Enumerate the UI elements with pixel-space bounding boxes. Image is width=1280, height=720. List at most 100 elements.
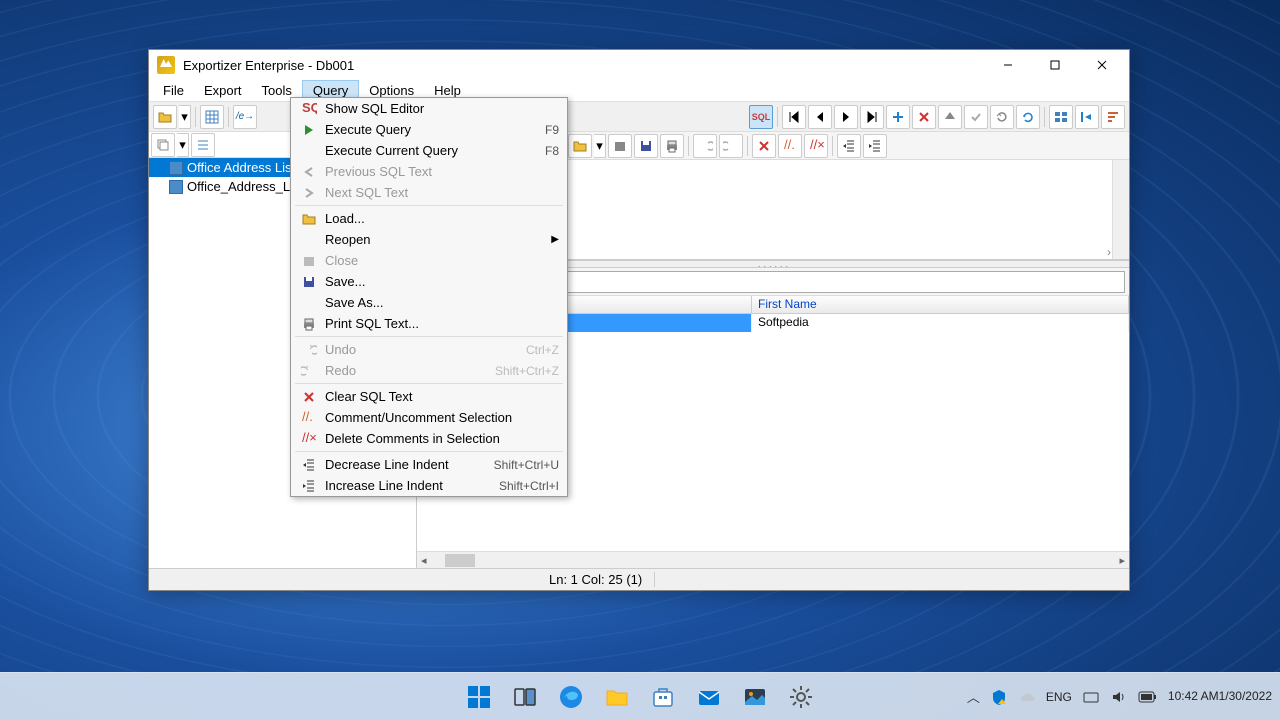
sql-uncomment-button[interactable]: //× — [804, 134, 828, 158]
fit-button[interactable] — [1075, 105, 1099, 129]
svg-text://×: //× — [302, 431, 317, 445]
task-view-button[interactable] — [505, 677, 545, 717]
tray-onedrive-icon[interactable] — [1018, 688, 1036, 706]
arrow-right-icon — [299, 185, 319, 201]
sql-save-button[interactable] — [634, 134, 658, 158]
grid-cell-firstname[interactable]: Softpedia — [752, 314, 1129, 332]
tray-battery-icon[interactable] — [1138, 690, 1158, 704]
filter-input[interactable] — [530, 271, 1125, 293]
tree-item-label: Office Address List — [187, 160, 295, 175]
menu-item-comment-uncomment-selection[interactable]: //.Comment/Uncomment Selection — [291, 407, 567, 428]
comment-icon: //. — [299, 410, 319, 426]
tray-security-icon[interactable] — [990, 688, 1008, 706]
delete-record-button[interactable] — [912, 105, 936, 129]
maximize-button[interactable] — [1032, 51, 1078, 79]
sql-open-button[interactable] — [568, 134, 592, 158]
titlebar[interactable]: Exportizer Enterprise - Db001 — [149, 50, 1129, 80]
menu-item-show-sql-editor[interactable]: SQLShow SQL Editor — [291, 98, 567, 119]
export-button[interactable]: /e→ — [233, 105, 257, 129]
close-button[interactable] — [1079, 51, 1125, 79]
post-button[interactable] — [964, 105, 988, 129]
menu-item-execute-current-query[interactable]: Execute Current QueryF8 — [291, 140, 567, 161]
menu-item-reopen[interactable]: Reopen▶ — [291, 229, 567, 250]
play-icon — [299, 122, 319, 138]
menu-item-clear-sql-text[interactable]: Clear SQL Text — [291, 386, 567, 407]
close-icon — [299, 253, 319, 269]
sql-redo-button[interactable] — [719, 134, 743, 158]
delete-comment-icon: //× — [299, 431, 319, 447]
indent-icon — [299, 478, 319, 494]
taskbar: ︿ ENG 10:42 AM 1/30/2022 — [0, 672, 1280, 720]
view-mode-button[interactable] — [1049, 105, 1073, 129]
sql-icon: SQL — [299, 101, 319, 117]
folder-icon — [299, 211, 319, 227]
photos-button[interactable] — [735, 677, 775, 717]
cancel-button[interactable] — [990, 105, 1014, 129]
menu-item-load-[interactable]: Load... — [291, 208, 567, 229]
blank-icon — [299, 295, 319, 311]
sql-close-button[interactable] — [608, 134, 632, 158]
add-record-button[interactable] — [886, 105, 910, 129]
menu-item-previous-sql-text: Previous SQL Text — [291, 161, 567, 182]
status-ln-col: Ln: 1 Col: 25 (1) — [537, 572, 655, 587]
sql-open-dropdown[interactable]: ▾ — [594, 134, 606, 158]
sql-outdent-button[interactable] — [837, 134, 861, 158]
grid-h-scrollbar[interactable]: ◂ ▸ — [417, 551, 1129, 568]
svg-text:SQL: SQL — [302, 101, 317, 115]
start-button[interactable] — [459, 677, 499, 717]
open-db-button[interactable] — [153, 105, 177, 129]
tree-copy-button[interactable] — [151, 133, 175, 157]
menu-item-decrease-line-indent[interactable]: Decrease Line IndentShift+Ctrl+U — [291, 454, 567, 475]
mail-button[interactable] — [689, 677, 729, 717]
sql-toggle-button[interactable]: SQL — [749, 105, 773, 129]
menu-file[interactable]: File — [153, 80, 194, 101]
menu-item-save-[interactable]: Save... — [291, 271, 567, 292]
table-icon — [169, 161, 183, 175]
grid-header-firstname[interactable]: First Name — [752, 296, 1129, 313]
sql-undo-button[interactable] — [693, 134, 717, 158]
last-record-button[interactable] — [860, 105, 884, 129]
open-db-dropdown[interactable]: ▾ — [179, 105, 191, 129]
menu-item-undo: UndoCtrl+Z — [291, 339, 567, 360]
query-dropdown-menu: SQLShow SQL EditorExecute QueryF9Execute… — [290, 97, 568, 497]
menu-item-print-sql-text-[interactable]: Print SQL Text... — [291, 313, 567, 334]
tray-lang[interactable]: ENG — [1046, 690, 1072, 704]
blank-icon — [299, 232, 319, 248]
svg-text://.: //. — [784, 138, 795, 152]
edit-record-button[interactable] — [938, 105, 962, 129]
edge-button[interactable] — [551, 677, 591, 717]
menu-item-increase-line-indent[interactable]: Increase Line IndentShift+Ctrl+I — [291, 475, 567, 496]
save-icon — [299, 274, 319, 290]
redo-icon — [299, 363, 319, 379]
minimize-button[interactable] — [985, 51, 1031, 79]
sql-clear-button[interactable] — [752, 134, 776, 158]
editor-scrollbar[interactable] — [1112, 160, 1129, 259]
grid-button[interactable] — [200, 105, 224, 129]
tray-volume-icon[interactable] — [1110, 688, 1128, 706]
arrow-left-icon — [299, 164, 319, 180]
store-button[interactable] — [643, 677, 683, 717]
table-icon — [169, 180, 183, 194]
settings-button[interactable] — [781, 677, 821, 717]
menu-item-close: Close — [291, 250, 567, 271]
sql-print-button[interactable] — [660, 134, 684, 158]
tree-list-button[interactable] — [191, 133, 215, 157]
first-record-button[interactable] — [782, 105, 806, 129]
sql-indent-button[interactable] — [863, 134, 887, 158]
tray-clock[interactable]: 10:42 AM 1/30/2022 — [1168, 689, 1272, 703]
sql-comment-button[interactable]: //. — [778, 134, 802, 158]
tray-network-icon[interactable] — [1082, 688, 1100, 706]
menu-export[interactable]: Export — [194, 80, 252, 101]
explorer-button[interactable] — [597, 677, 637, 717]
menu-item-save-as-[interactable]: Save As... — [291, 292, 567, 313]
tray-chevron-icon[interactable]: ︿ — [967, 687, 980, 706]
menu-item-execute-query[interactable]: Execute QueryF9 — [291, 119, 567, 140]
tree-item-label: Office_Address_List — [187, 179, 303, 194]
menu-item-next-sql-text: Next SQL Text — [291, 182, 567, 203]
sort-button[interactable] — [1101, 105, 1125, 129]
menu-item-delete-comments-in-selection[interactable]: //×Delete Comments in Selection — [291, 428, 567, 449]
prev-record-button[interactable] — [808, 105, 832, 129]
tree-copy-dropdown[interactable]: ▾ — [177, 133, 189, 157]
next-record-button[interactable] — [834, 105, 858, 129]
refresh-button[interactable] — [1016, 105, 1040, 129]
